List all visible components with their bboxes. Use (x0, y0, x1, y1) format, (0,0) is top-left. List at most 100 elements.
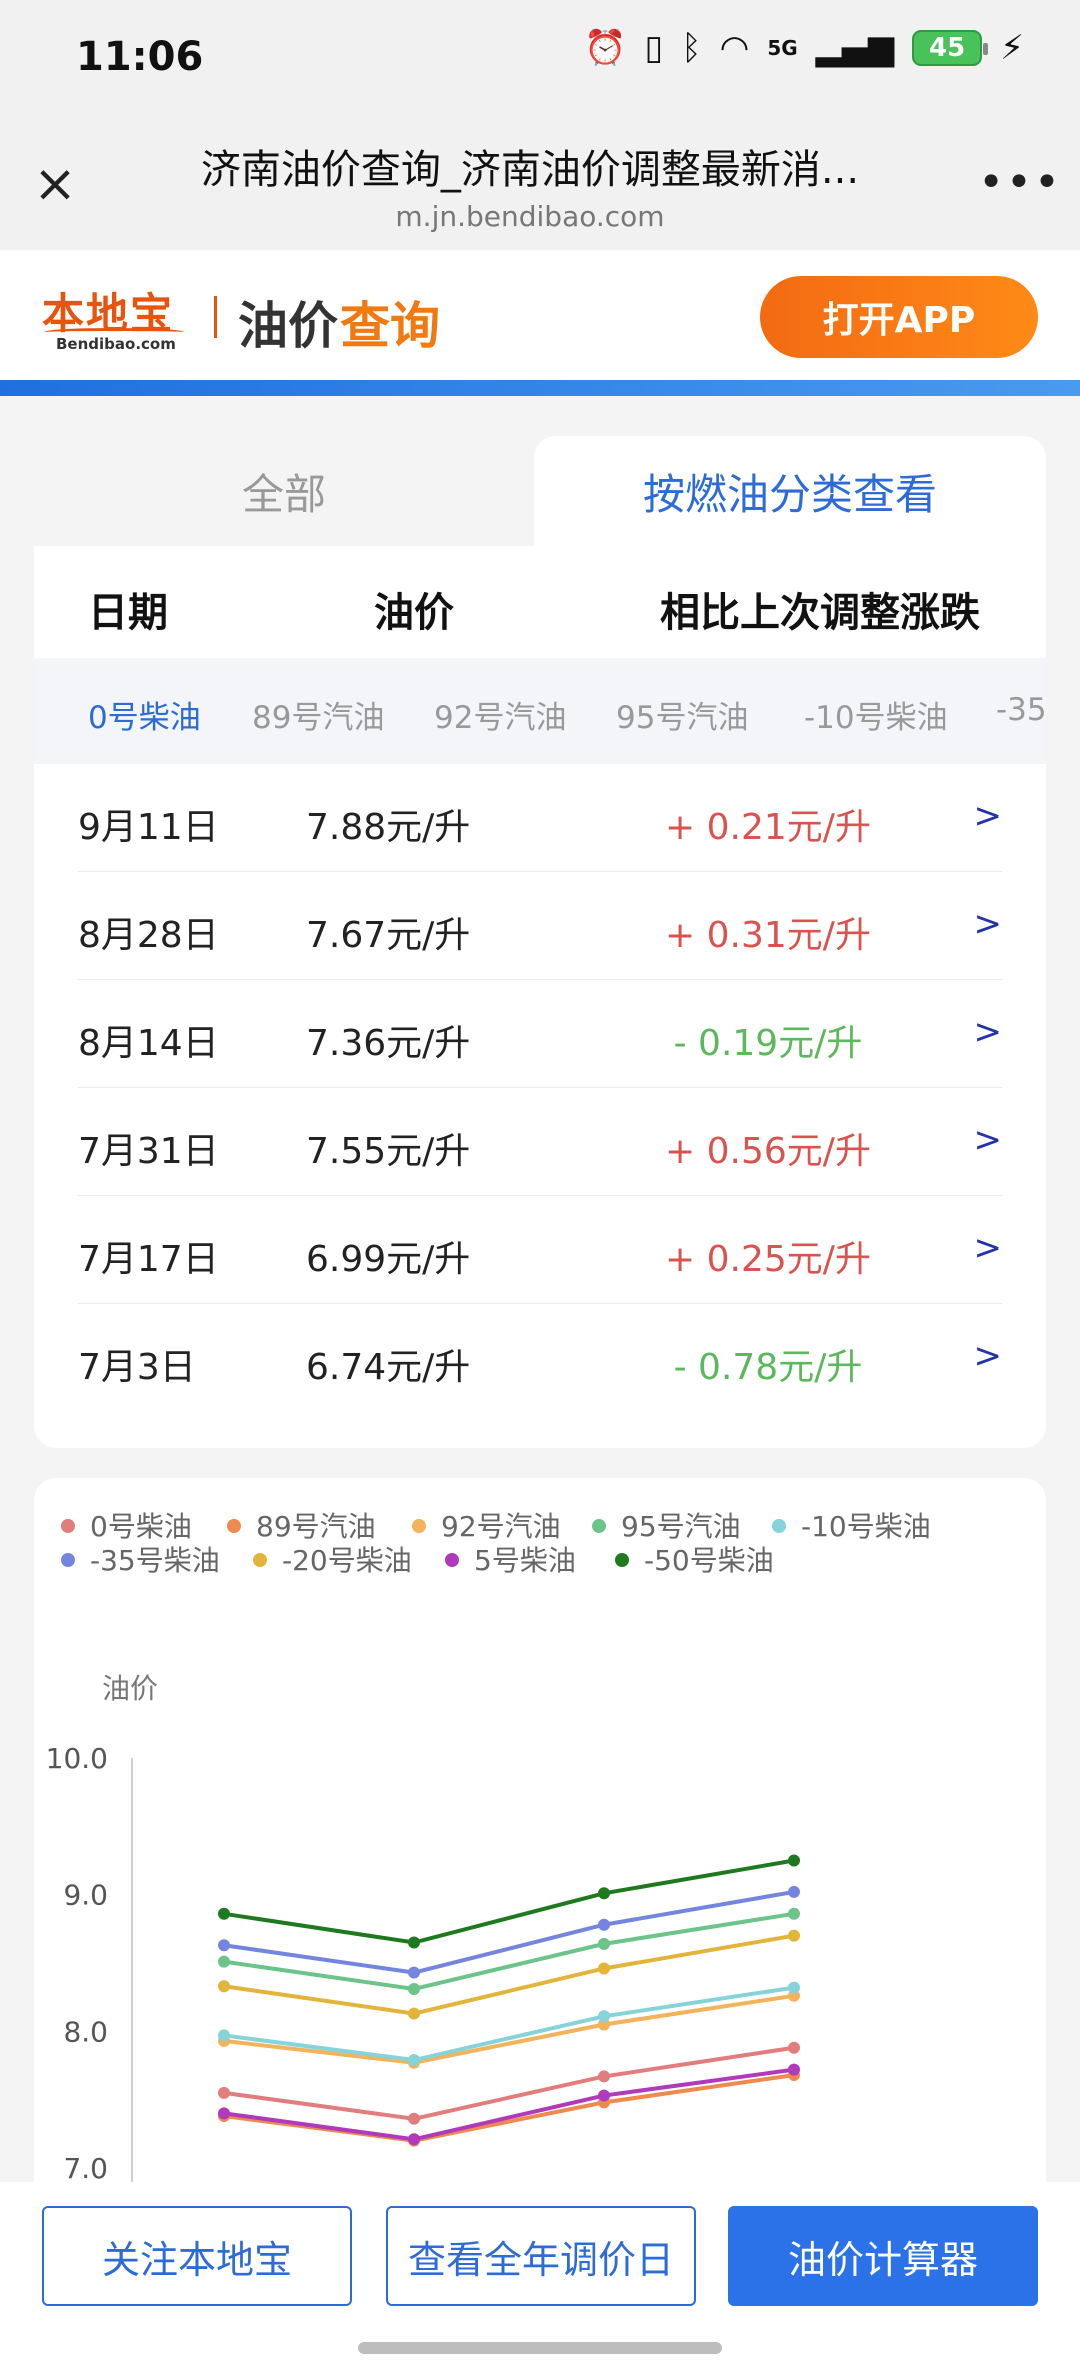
charging-icon: ⚡ (1000, 28, 1024, 68)
data-point (598, 2089, 610, 2102)
y-tick-label: 7.0 (63, 2152, 108, 2185)
table-row[interactable]: 7月3日 6.74元/升 - 0.78元/升 > (78, 1304, 1002, 1412)
fuel-tab[interactable]: -10号柴油 (804, 692, 948, 737)
header-divider (214, 296, 217, 338)
bendibao-logo[interactable]: 本地宝 Bendibao.com (42, 280, 192, 353)
tab-by-fuel[interactable]: 按燃油分类查看 (534, 436, 1046, 546)
row-date: 7月17日 (78, 1239, 219, 1280)
bluetooth-icon: ᛒ (681, 28, 702, 68)
data-point (598, 1962, 610, 1975)
logo-subtext: Bendibao.com (56, 335, 176, 353)
legend-marker (615, 1553, 629, 1567)
header-price: 油价 (374, 590, 454, 636)
table-row[interactable]: 7月31日 7.55元/升 + 0.56元/升 > (78, 1088, 1002, 1196)
alarm-icon: ⏰ (584, 28, 627, 68)
fuel-tab[interactable]: 92号汽油 (434, 692, 566, 737)
data-point (788, 1907, 800, 1920)
legend-label: 89号汽油 (256, 1510, 376, 1543)
data-point (598, 1918, 610, 1931)
chevron-right-icon[interactable]: > (974, 1336, 1003, 1376)
series-line (223, 1993, 795, 2065)
row-change: + 0.56元/升 (665, 1131, 871, 1172)
battery-icon: 45 (912, 30, 989, 66)
table-header: 日期 油价 相比上次调整涨跌 (34, 546, 1046, 658)
table-row[interactable]: 8月14日 7.36元/升 - 0.19元/升 > (78, 980, 1002, 1088)
price-chart-card: 0号柴油 89号汽油 92号汽油 95号汽油 -10号柴油 -35号柴油 -20号柴油 5号柴… (34, 1478, 1046, 2198)
row-change: + 0.25元/升 (665, 1239, 871, 1280)
fuel-type-tabs: 0号柴油 89号汽油 92号汽油 95号汽油 -10号柴油 -35 (34, 658, 1046, 764)
annual-schedule-button[interactable]: 查看全年调价日 (386, 2206, 696, 2306)
price-line-chart: 0号柴油 89号汽油 92号汽油 95号汽油 -10号柴油 -35号柴油 -20号柴油 5号柴… (46, 1510, 931, 2198)
y-axis-label: 油价 (102, 1672, 158, 1705)
chevron-right-icon[interactable]: > (974, 904, 1003, 944)
legend-label: 95号汽油 (621, 1510, 741, 1543)
legend-marker (61, 1553, 75, 1567)
more-options-icon[interactable]: ••• (978, 161, 1060, 205)
tab-all[interactable]: 全部 (34, 436, 534, 546)
legend-marker (253, 1553, 267, 1567)
status-icons: ⏰ ▯ ᛒ ◠ 5G ▂▄▆ 45 ⚡ (584, 30, 1024, 66)
legend-label: -50号柴油 (644, 1544, 774, 1577)
site-header: 本地宝 Bendibao.com 油价 查询 打开APP (0, 250, 1080, 380)
row-date: 9月11日 (78, 807, 219, 848)
chevron-right-icon[interactable]: > (974, 796, 1003, 836)
table-row[interactable]: 9月11日 7.88元/升 + 0.21元/升 > (78, 764, 1002, 872)
data-point (788, 1929, 800, 1942)
y-tick-label: 9.0 (63, 1879, 108, 1912)
legend-label: 92号汽油 (441, 1510, 561, 1543)
chevron-right-icon[interactable]: > (974, 1228, 1003, 1268)
data-point (218, 1907, 230, 1920)
legend-marker (412, 1519, 426, 1533)
row-price: 7.67元/升 (306, 915, 471, 956)
header-title-part2: 查询 (340, 297, 440, 355)
table-row[interactable]: 7月17日 6.99元/升 + 0.25元/升 > (78, 1196, 1002, 1304)
data-point (218, 1939, 230, 1952)
page-title: 济南油价查询_济南油价调整最新消... (200, 147, 860, 193)
series-line (223, 2073, 795, 2143)
row-date: 8月28日 (78, 915, 219, 956)
series-line (223, 1858, 795, 1945)
header-date: 日期 (88, 590, 168, 636)
fuel-tab[interactable]: 95号汽油 (616, 692, 748, 737)
fuel-tab[interactable]: 89号汽油 (252, 692, 384, 737)
row-price: 7.55元/升 (306, 1131, 471, 1172)
follow-button[interactable]: 关注本地宝 (42, 2206, 352, 2306)
legend-label: 0号柴油 (90, 1510, 192, 1543)
data-point (788, 2041, 800, 2054)
data-point (598, 1937, 610, 1950)
calculator-button[interactable]: 油价计算器 (728, 2206, 1038, 2306)
chevron-right-icon[interactable]: > (974, 1120, 1003, 1160)
fuel-tab[interactable]: -35 (996, 692, 1046, 728)
legend-marker (592, 1519, 606, 1533)
bottom-action-bar: 关注本地宝 查看全年调价日 油价计算器 (0, 2182, 1080, 2376)
table-row[interactable]: 8月28日 7.67元/升 + 0.31元/升 > (78, 872, 1002, 980)
close-icon[interactable]: × (26, 155, 84, 213)
y-tick-label: 8.0 (63, 2015, 108, 2048)
data-point (408, 2112, 420, 2125)
row-price: 7.88元/升 (306, 807, 471, 848)
data-point (218, 2029, 230, 2042)
data-point (598, 2010, 610, 2023)
data-point (788, 2063, 800, 2076)
row-price: 6.99元/升 (306, 1239, 471, 1280)
data-point (598, 2070, 610, 2083)
row-date: 7月31日 (78, 1131, 219, 1172)
series-line (223, 1889, 795, 1975)
row-price: 7.36元/升 (306, 1023, 471, 1064)
legend-label: 5号柴油 (474, 1544, 576, 1577)
chevron-right-icon[interactable]: > (974, 1012, 1003, 1052)
legend-marker (227, 1519, 241, 1533)
open-app-button[interactable]: 打开APP (760, 276, 1038, 358)
status-time: 11:06 (76, 34, 204, 80)
data-point (408, 1982, 420, 1995)
fuel-tab[interactable]: 0号柴油 (88, 692, 201, 737)
home-indicator[interactable] (358, 2342, 722, 2354)
price-rows: 9月11日 7.88元/升 + 0.21元/升 > 8月28日 7.67元/升 … (78, 764, 1002, 1412)
row-change: - 0.78元/升 (673, 1347, 863, 1388)
data-point (788, 1885, 800, 1898)
page-url: m.jn.bendibao.com (395, 200, 665, 233)
battery-level: 45 (929, 33, 966, 63)
legend-label: -35号柴油 (90, 1544, 220, 1577)
network-label: 5G (767, 36, 798, 60)
data-point (408, 1966, 420, 1979)
